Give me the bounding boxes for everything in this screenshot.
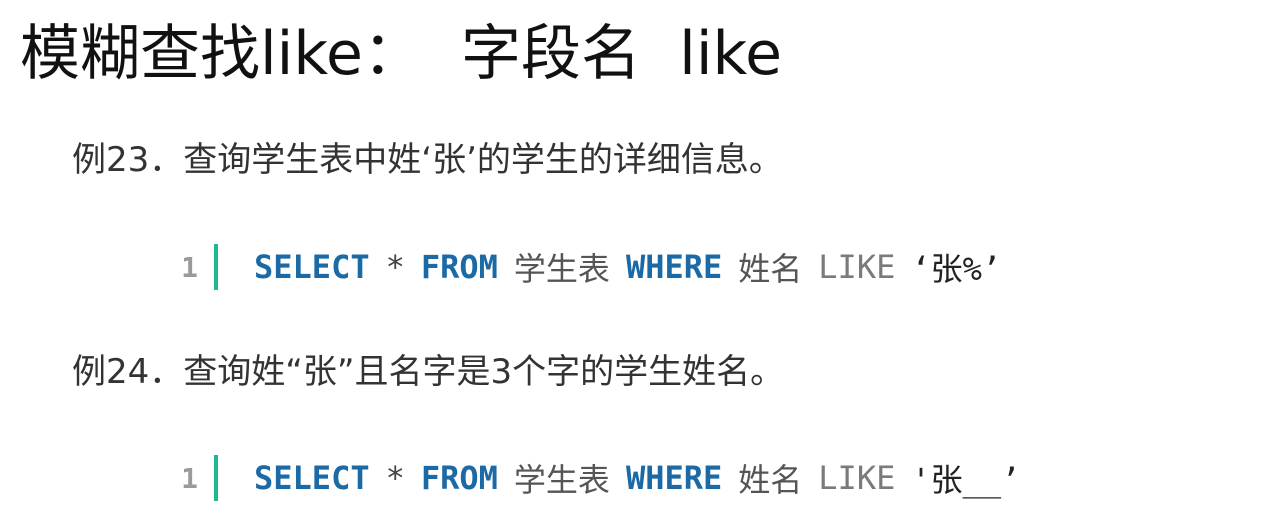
table-name: 学生表: [513, 250, 610, 288]
keyword-select: SELECT: [254, 459, 370, 497]
column-name: 姓名: [738, 461, 803, 499]
keyword-select: SELECT: [254, 248, 370, 286]
keyword-from: FROM: [420, 248, 498, 286]
code-gutter-bar: [214, 455, 218, 501]
keyword-from: FROM: [420, 459, 498, 497]
keyword-like: LIKE: [818, 459, 896, 497]
star-operator: *: [385, 248, 405, 286]
column-name: 姓名: [738, 250, 803, 288]
like-pattern: ‘张%’: [911, 250, 1002, 288]
line-number: 1: [181, 461, 198, 495]
keyword-like: LIKE: [818, 248, 896, 286]
code-block-example-24: 1 SELECT * FROM 学生表 WHERE 姓名 LIKE '张__’: [168, 453, 1020, 503]
code-block-example-23: 1 SELECT * FROM 学生表 WHERE 姓名 LIKE ‘张%’: [168, 242, 1001, 292]
slide-title: 模糊查找like： 字段名 like: [20, 19, 783, 89]
keyword-where: WHERE: [625, 248, 723, 286]
code-gutter-bar: [214, 244, 218, 290]
table-name: 学生表: [513, 461, 610, 499]
like-pattern: '张__’: [911, 461, 1021, 499]
example-24-text: 例24．查询姓“张”且名字是3个字的学生姓名。: [72, 352, 785, 392]
example-23-text: 例23．查询学生表中姓‘张’的学生的详细信息。: [72, 140, 783, 180]
star-operator: *: [385, 459, 405, 497]
line-number: 1: [181, 250, 198, 284]
keyword-where: WHERE: [625, 459, 723, 497]
